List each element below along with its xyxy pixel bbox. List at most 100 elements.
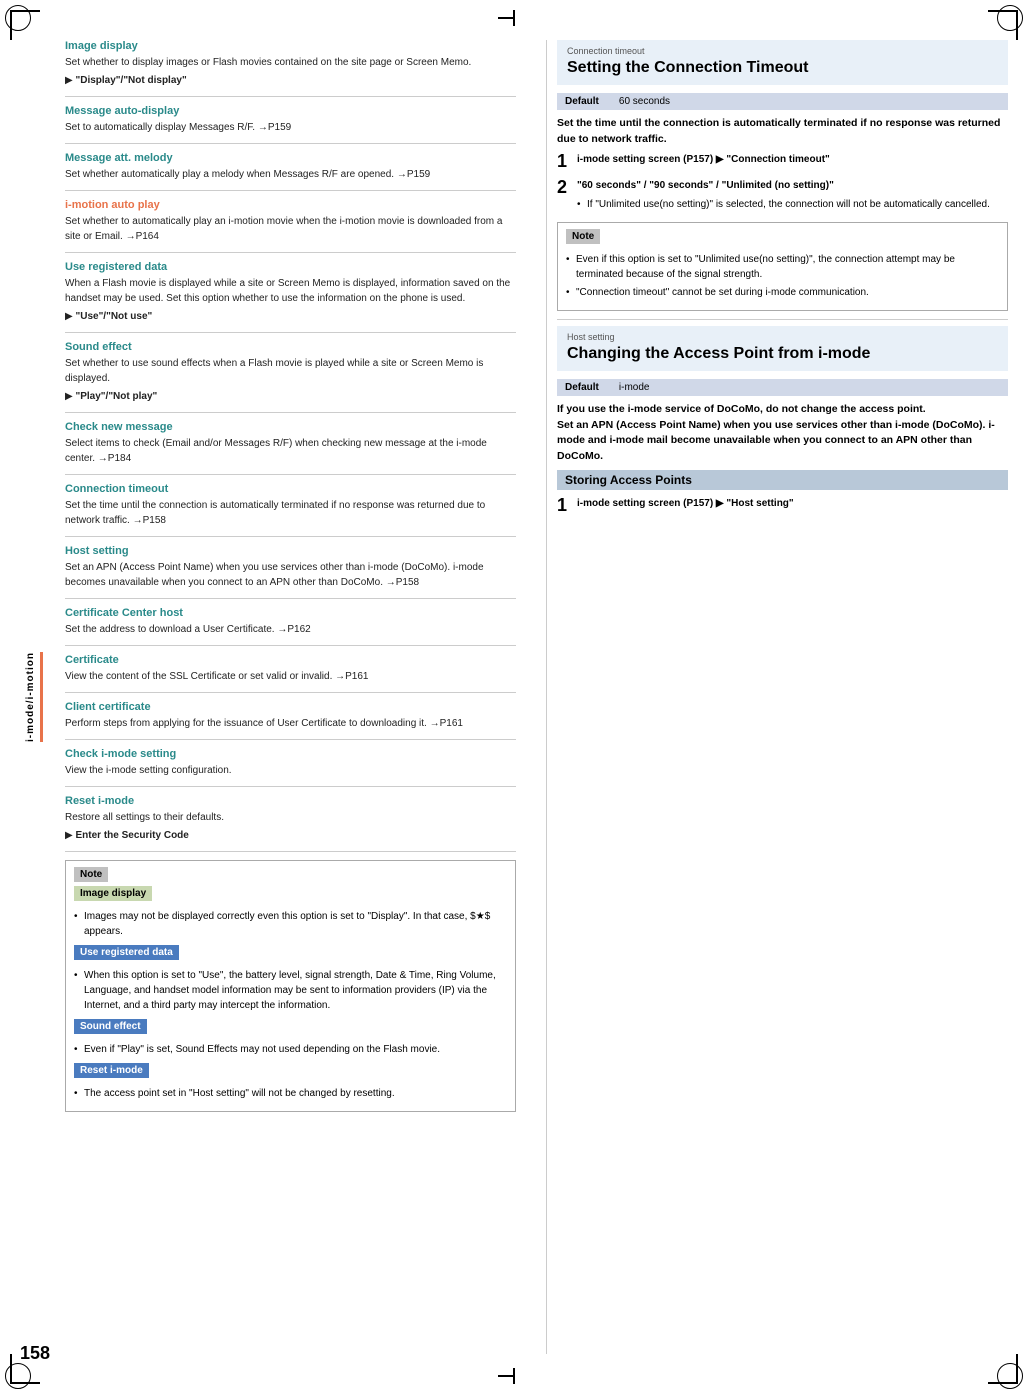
connection-note-1: Even if this option is set to "Unlimited… xyxy=(566,252,999,282)
note-bullet-use-registered-1: When this option is set to "Use", the ba… xyxy=(74,968,507,1013)
step-text-1: i-mode setting screen (P157) ▶ "Connecti… xyxy=(577,152,830,172)
section-body-host-setting: Set an APN (Access Point Name) when you … xyxy=(65,560,516,590)
section-body-check-imode: View the i-mode setting configuration. xyxy=(65,763,516,778)
section-body-message-auto: Set to automatically display Messages R/… xyxy=(65,120,516,135)
section-title-connection-timeout: Connection timeout xyxy=(65,483,516,495)
left-column: Image display Set whether to display ima… xyxy=(65,40,526,1354)
section-check-imode: Check i-mode setting View the i-mode set… xyxy=(65,748,516,787)
section-use-registered: Use registered data When a Flash movie i… xyxy=(65,261,516,333)
host-setting-label: Host setting xyxy=(567,332,998,342)
section-certificate: Certificate View the content of the SSL … xyxy=(65,654,516,693)
note-bullets-use-registered: When this option is set to "Use", the ba… xyxy=(74,968,507,1013)
note-section-left: Note Image display Images may not be dis… xyxy=(65,860,516,1112)
connection-timeout-heading: Setting the Connection Timeout xyxy=(567,58,998,79)
section-body-cert-center-host: Set the address to download a User Certi… xyxy=(65,622,516,637)
note-image-display: Image display Images may not be displaye… xyxy=(74,886,507,939)
step2-bullets: If "Unlimited use(no setting)" is select… xyxy=(577,197,990,212)
section-host-setting: Host setting Set an APN (Access Point Na… xyxy=(65,545,516,599)
note-label-sound-effect: Sound effect xyxy=(74,1019,147,1034)
host-setting-heading: Changing the Access Point from i-mode xyxy=(567,344,998,365)
section-title-check-imode: Check i-mode setting xyxy=(65,748,516,760)
host-setting-box: Host setting Changing the Access Point f… xyxy=(557,326,1008,371)
section-title-message-melody: Message att. melody xyxy=(65,152,516,164)
arrow-security: ▶ Enter the Security Code xyxy=(65,828,516,843)
arrow-use: ▶ "Use"/"Not use" xyxy=(65,309,516,324)
storing-bar: Storing Access Points xyxy=(557,470,1008,490)
section-title-cert-center-host: Certificate Center host xyxy=(65,607,516,619)
step-num-2: 2 xyxy=(557,178,572,216)
section-message-auto: Message auto-display Set to automaticall… xyxy=(65,105,516,144)
section-body-use-registered: When a Flash movie is displayed while a … xyxy=(65,276,516,324)
section-title-reset-imode: Reset i-mode xyxy=(65,795,516,807)
section-check-new-message: Check new message Select items to check … xyxy=(65,421,516,475)
note-bullets-image-display: Images may not be displayed correctly ev… xyxy=(74,909,507,939)
step2-bullet-1: If "Unlimited use(no setting)" is select… xyxy=(577,197,990,212)
section-body-reset-imode: Restore all settings to their defaults. … xyxy=(65,810,516,843)
connection-timeout-label: Connection timeout xyxy=(567,46,998,56)
section-title-use-registered: Use registered data xyxy=(65,261,516,273)
note-label-use-registered: Use registered data xyxy=(74,945,179,960)
host-setting-intro-bold: If you use the i-mode service of DoCoMo,… xyxy=(557,402,1008,465)
connection-note-2: "Connection timeout" cannot be set durin… xyxy=(566,285,999,300)
arrow-play: ▶ "Play"/"Not play" xyxy=(65,389,516,404)
section-sound-effect: Sound effect Set whether to use sound ef… xyxy=(65,341,516,413)
note-reset-imode: Reset i-mode The access point set in "Ho… xyxy=(74,1063,507,1101)
content-area: Image display Set whether to display ima… xyxy=(65,40,1008,1354)
note-bullet-image-display-1: Images may not be displayed correctly ev… xyxy=(74,909,507,939)
note-header-left: Note xyxy=(74,867,108,882)
note-bullets-sound-effect: Even if "Play" is set, Sound Effects may… xyxy=(74,1042,507,1057)
note-label-image-display: Image display xyxy=(74,886,152,901)
section-title-host-setting: Host setting xyxy=(65,545,516,557)
connection-step-1: 1 i-mode setting screen (P157) ▶ "Connec… xyxy=(557,152,1008,172)
section-body-sound-effect: Set whether to use sound effects when a … xyxy=(65,356,516,404)
section-title-imotion-auto: i-motion auto play xyxy=(65,199,516,211)
note-section-right-1: Note Even if this option is set to "Unli… xyxy=(557,222,1008,311)
section-image-display: Image display Set whether to display ima… xyxy=(65,40,516,97)
section-reset-imode: Reset i-mode Restore all settings to the… xyxy=(65,795,516,852)
host-default-label: Default xyxy=(565,382,599,393)
step-num-1: 1 xyxy=(557,152,572,172)
section-body-image-display: Set whether to display images or Flash m… xyxy=(65,55,516,88)
section-imotion-auto: i-motion auto play Set whether to automa… xyxy=(65,199,516,253)
section-title-sound-effect: Sound effect xyxy=(65,341,516,353)
divider-1 xyxy=(557,319,1008,320)
section-title-message-auto: Message auto-display xyxy=(65,105,516,117)
host-setting-default-row: Default i-mode xyxy=(557,379,1008,396)
section-connection-timeout: Connection timeout Set the time until th… xyxy=(65,483,516,537)
arrow-display: ▶ "Display"/"Not display" xyxy=(65,73,516,88)
note-bullets-reset-imode: The access point set in "Host setting" w… xyxy=(74,1086,507,1101)
connection-timeout-box: Connection timeout Setting the Connectio… xyxy=(557,40,1008,85)
connection-note-bullets: Even if this option is set to "Unlimited… xyxy=(566,252,999,300)
section-body-imotion-auto: Set whether to automatically play an i-m… xyxy=(65,214,516,244)
section-message-melody: Message att. melody Set whether automati… xyxy=(65,152,516,191)
section-body-client-cert: Perform steps from applying for the issu… xyxy=(65,716,516,731)
host-step-1: 1 i-mode setting screen (P157) ▶ "Host s… xyxy=(557,496,1008,516)
host-default-value: i-mode xyxy=(619,382,650,393)
connection-timeout-intro: Set the time until the connection is aut… xyxy=(557,116,1008,148)
note-bullet-reset-1: The access point set in "Host setting" w… xyxy=(74,1086,507,1101)
section-body-message-melody: Set whether automatically play a melody … xyxy=(65,167,516,182)
section-body-check-new-message: Select items to check (Email and/or Mess… xyxy=(65,436,516,466)
section-title-check-new-message: Check new message xyxy=(65,421,516,433)
section-client-cert: Client certificate Perform steps from ap… xyxy=(65,701,516,740)
step-text-2: "60 seconds" / "90 seconds" / "Unlimited… xyxy=(577,178,990,216)
connection-timeout-default-row: Default 60 seconds xyxy=(557,93,1008,110)
note-header-right-1: Note xyxy=(566,229,600,244)
section-cert-center-host: Certificate Center host Set the address … xyxy=(65,607,516,646)
note-use-registered: Use registered data When this option is … xyxy=(74,945,507,1013)
section-title-image-display: Image display xyxy=(65,40,516,52)
page-container: 158 i-mode/i-motion Image display Set wh… xyxy=(0,0,1028,1394)
note-bullet-sound-effect-1: Even if "Play" is set, Sound Effects may… xyxy=(74,1042,507,1057)
right-column: Connection timeout Setting the Connectio… xyxy=(546,40,1008,1354)
host-step-text-1: i-mode setting screen (P157) ▶ "Host set… xyxy=(577,496,794,516)
note-label-reset-imode: Reset i-mode xyxy=(74,1063,149,1078)
main-layout: Image display Set whether to display ima… xyxy=(0,0,1028,1394)
section-body-connection-timeout: Set the time until the connection is aut… xyxy=(65,498,516,528)
section-title-certificate: Certificate xyxy=(65,654,516,666)
connection-default-value: 60 seconds xyxy=(619,96,670,107)
section-title-client-cert: Client certificate xyxy=(65,701,516,713)
host-step-num-1: 1 xyxy=(557,496,572,516)
connection-step-2: 2 "60 seconds" / "90 seconds" / "Unlimit… xyxy=(557,178,1008,216)
section-body-certificate: View the content of the SSL Certificate … xyxy=(65,669,516,684)
note-sound-effect: Sound effect Even if "Play" is set, Soun… xyxy=(74,1019,507,1057)
